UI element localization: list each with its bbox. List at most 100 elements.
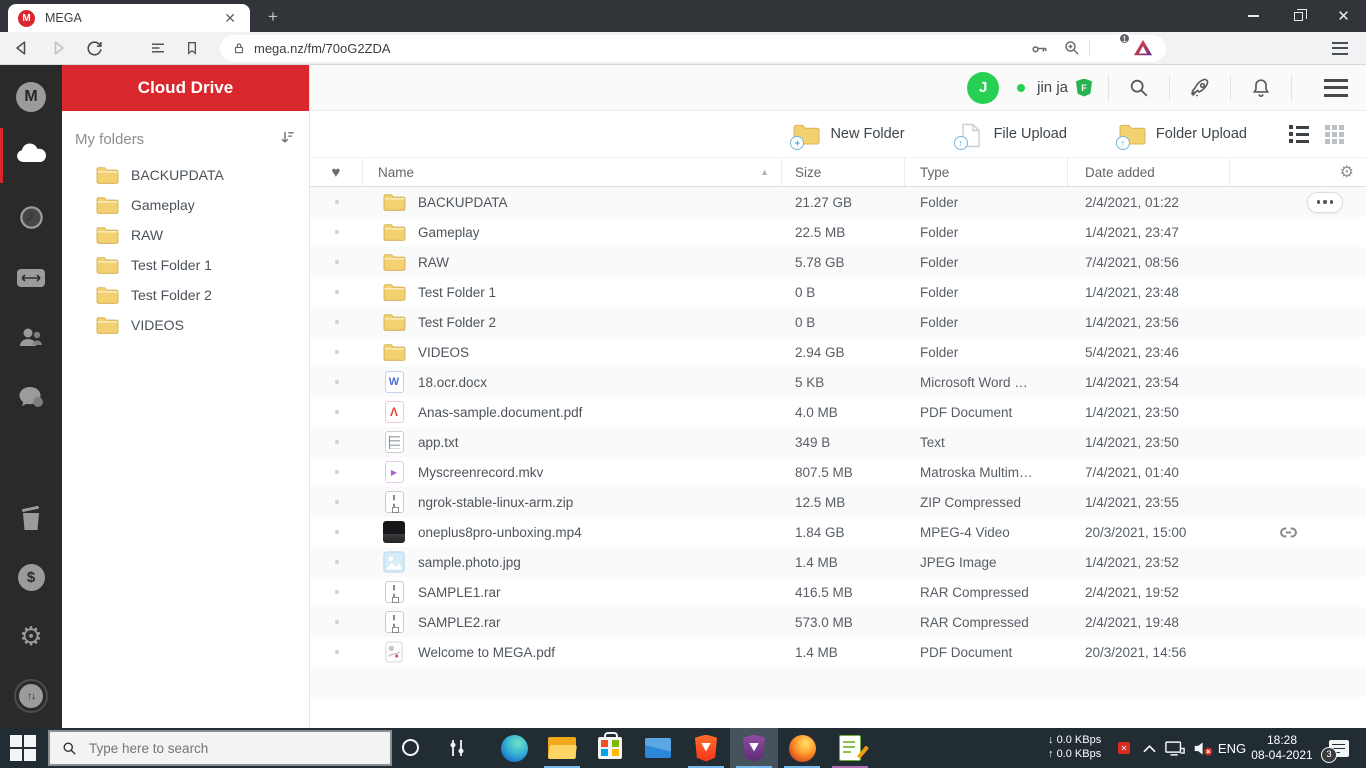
table-row[interactable]: oneplus8pro-unboxing.mp4 1.84 GB MPEG-4 … [310,517,1366,547]
favorite-dot[interactable] [334,200,339,204]
zoom-icon[interactable] [1063,39,1081,57]
table-row[interactable]: SAMPLE1.rar 416.5 MB RAR Compressed 2/4/… [310,577,1366,607]
table-row[interactable]: W 18.ocr.docx 5 KB Microsoft Word … 1/4/2… [310,367,1366,397]
sidebar-folder-item[interactable]: Test Folder 1 [62,250,309,280]
favorite-cell[interactable] [310,530,363,534]
mega-logo-icon[interactable]: M [0,82,62,112]
tray-hidden-app-icon[interactable]: ✕ [1114,728,1134,768]
favorite-dot[interactable] [334,440,339,444]
favorite-column-icon[interactable]: ♥ [310,158,363,186]
favorite-dot[interactable] [334,500,339,504]
name-cell[interactable]: app.txt [363,430,782,454]
name-cell[interactable]: sample.photo.jpg [363,550,782,574]
taskbar-item-brave-private[interactable] [730,728,778,768]
new-tab-button[interactable]: + [262,7,284,27]
name-cell[interactable]: W 18.ocr.docx [363,370,782,394]
column-name[interactable]: Name ▲ [363,158,782,186]
name-cell[interactable]: SAMPLE1.rar [363,580,782,604]
name-cell[interactable]: Test Folder 1 [363,280,782,304]
column-date-added[interactable]: Date added [1068,158,1230,186]
table-row[interactable]: SAMPLE2.rar 573.0 MB RAR Compressed 2/4/… [310,607,1366,637]
tab-close-icon[interactable]: ✕ [220,9,240,27]
favorite-dot[interactable] [334,260,339,264]
name-cell[interactable]: Λ Anas-sample.document.pdf [363,400,782,424]
action-center-icon[interactable]: 3 [1321,728,1354,768]
sidebar-folder-item[interactable]: RAW [62,220,309,250]
table-row[interactable]: RAW 5.78 GB Folder 7/4/2021, 08:56 [310,247,1366,277]
taskbar-item-edge[interactable] [490,728,538,768]
bell-notifications-icon[interactable] [1247,74,1275,102]
cloud-drive-icon[interactable] [0,142,62,166]
favorite-dot[interactable] [334,230,339,234]
favorite-dot[interactable] [334,380,339,384]
network-icon[interactable] [1162,728,1188,768]
favorite-dot[interactable] [334,590,339,594]
brave-shield-icon[interactable]: 1 [1104,32,1131,59]
cloud-drive-header[interactable]: Cloud Drive [62,65,309,111]
favorite-dot[interactable] [334,410,339,414]
favorite-dot[interactable] [334,560,339,564]
contacts-icon[interactable] [0,325,62,349]
favorite-cell[interactable] [310,560,363,564]
transfer-widget-icon[interactable]: ↑↓ [0,679,62,713]
avatar[interactable]: J [967,71,1000,104]
favorite-cell[interactable] [310,500,363,504]
file-upload-button[interactable]: ↑ File Upload [953,123,1067,150]
tray-expand-icon[interactable] [1138,728,1160,768]
clock[interactable]: 18:28 08-04-2021 [1248,728,1316,768]
name-cell[interactable]: RAW [363,250,782,274]
forward-button[interactable] [44,34,72,62]
favorite-cell[interactable] [310,410,363,414]
favorite-cell[interactable] [310,260,363,264]
favorite-cell[interactable] [310,230,363,234]
table-row[interactable]: sample.photo.jpg 1.4 MB JPEG Image 1/4/2… [310,547,1366,577]
favorite-cell[interactable] [310,320,363,324]
key-icon[interactable] [1030,39,1049,58]
table-row[interactable]: Gameplay 22.5 MB Folder 1/4/2021, 23:47 [310,217,1366,247]
sidebar-folder-item[interactable]: Gameplay [62,190,309,220]
table-row[interactable]: Test Folder 1 0 B Folder 1/4/2021, 23:48 [310,277,1366,307]
taskbar-item-store[interactable] [586,728,634,768]
language-indicator[interactable]: ENG [1216,728,1248,768]
new-folder-button[interactable]: + New Folder [790,123,905,150]
url-text[interactable]: mega.nz/fm/70oG2ZDA [254,41,1030,56]
address-bar[interactable]: mega.nz/fm/70oG2ZDA 1 [220,32,1166,62]
taskbar-search[interactable] [48,730,392,766]
name-cell[interactable]: ▶ Myscreenrecord.mkv [363,460,782,484]
grid-view-icon[interactable] [1325,124,1344,144]
name-cell[interactable]: Test Folder 2 [363,310,782,334]
favorite-dot[interactable] [334,530,339,534]
search-icon[interactable] [1125,74,1153,102]
window-close-button[interactable]: ✕ [1321,0,1366,32]
favorite-dot[interactable] [334,320,339,324]
favorite-cell[interactable] [310,470,363,474]
rubbish-bin-icon[interactable] [0,503,62,533]
volume-muted-icon[interactable] [1190,728,1216,768]
favorite-cell[interactable] [310,350,363,354]
window-maximize-button[interactable] [1276,0,1321,32]
taskbar-item-file-explorer[interactable] [538,728,586,768]
favorite-cell[interactable] [310,380,363,384]
favorite-cell[interactable] [310,650,363,654]
favorite-cell[interactable] [310,590,363,594]
window-minimize-button[interactable] [1231,0,1276,32]
name-cell[interactable]: ngrok-stable-linux-arm.zip [363,490,782,514]
name-cell[interactable]: VIDEOS [363,340,782,364]
favorite-dot[interactable] [334,350,339,354]
name-cell[interactable]: oneplus8pro-unboxing.mp4 [363,520,782,544]
name-cell[interactable]: Welcome to MEGA.pdf [363,640,782,664]
favorite-cell[interactable] [310,290,363,294]
taskbar-item-firefox[interactable] [778,728,826,768]
public-link-icon[interactable] [1278,522,1299,543]
favorite-dot[interactable] [334,470,339,474]
table-row[interactable]: VIDEOS 2.94 GB Folder 5/4/2021, 23:46 [310,337,1366,367]
name-cell[interactable]: SAMPLE2.rar [363,610,782,634]
browser-tab[interactable]: M MEGA ✕ [8,4,250,32]
start-button[interactable] [9,734,37,762]
favorite-dot[interactable] [334,290,339,294]
name-cell[interactable]: BACKUPDATA [363,190,782,214]
sidebar-folder-item[interactable]: VIDEOS [62,310,309,340]
username[interactable]: jin ja [1037,79,1068,96]
table-row[interactable]: ▶ Myscreenrecord.mkv 807.5 MB Matroska Mu… [310,457,1366,487]
taskbar-search-input[interactable] [89,740,339,756]
